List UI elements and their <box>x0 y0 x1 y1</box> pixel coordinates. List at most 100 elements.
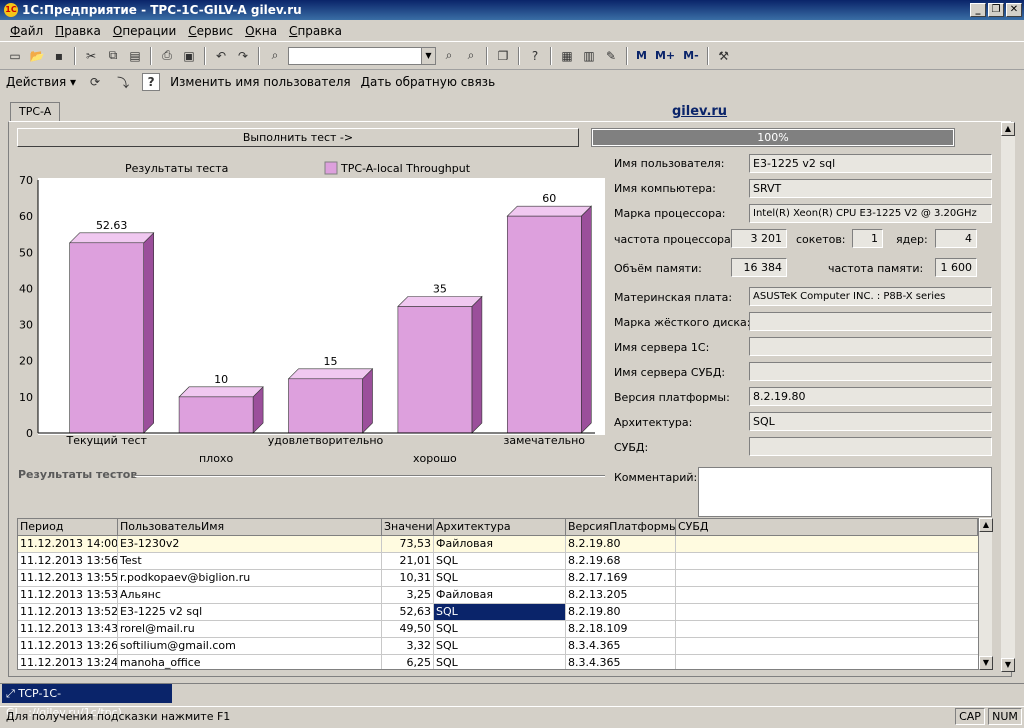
clipboard-icon[interactable]: ✎ <box>602 47 620 65</box>
refresh-icon[interactable]: ⟳ <box>86 73 104 91</box>
cell-platform: 8.2.18.109 <box>566 621 676 637</box>
search-combo[interactable]: ▼ <box>288 46 436 65</box>
site-link[interactable]: gilev.ru <box>672 104 727 119</box>
tab-strip: TPC-A <box>10 102 61 122</box>
cell-dbms <box>676 536 978 552</box>
new-icon[interactable]: ▭ <box>6 47 24 65</box>
comment-field[interactable] <box>698 467 992 517</box>
legend-swatch <box>324 161 338 175</box>
menu-edit[interactable]: Правка <box>49 24 107 38</box>
run-test-button[interactable]: Выполнить тест -> <box>17 128 579 147</box>
disk-field[interactable] <box>749 312 992 331</box>
save-icon[interactable]: ▪ <box>50 47 68 65</box>
save-as-icon[interactable]: ⤵ <box>114 73 132 91</box>
platform-field[interactable]: 8.2.19.80 <box>749 387 992 406</box>
cell-dbms <box>676 638 978 654</box>
open-icon[interactable]: 📂 <box>28 47 46 65</box>
sockets-label: сокетов: <box>796 233 846 246</box>
paste-icon[interactable]: ▤ <box>126 47 144 65</box>
find-icon[interactable]: ⌕ <box>266 47 284 65</box>
db-server-field[interactable] <box>749 362 992 381</box>
memory-subtract-button[interactable]: M- <box>681 49 701 62</box>
find-prev-icon[interactable]: ⌕ <box>462 47 480 65</box>
menu-operations[interactable]: Операции <box>107 24 182 38</box>
toolbar-separator <box>150 46 152 65</box>
taskbar-window-button[interactable]: ⤢ TCP-1C-GI...://gilev.ru/1c/tpc) <box>2 684 172 719</box>
calendar-icon[interactable]: ▥ <box>580 47 598 65</box>
cores-field[interactable]: 4 <box>935 229 977 248</box>
sockets-field[interactable]: 1 <box>852 229 883 248</box>
disk-label: Марка жёсткого диска: <box>614 316 751 329</box>
column-header-period[interactable]: Период <box>18 519 118 535</box>
undo-icon[interactable]: ↶ <box>212 47 230 65</box>
architecture-field[interactable]: SQL <box>749 412 992 431</box>
cell-user: softilium@gmail.com <box>118 638 382 654</box>
column-header-architecture[interactable]: Архитектура <box>434 519 566 535</box>
toolbar-separator <box>518 46 520 65</box>
tools-icon[interactable]: ⚒ <box>715 47 733 65</box>
chevron-down-icon[interactable]: ▼ <box>421 47 435 64</box>
server-1c-field[interactable] <box>749 337 992 356</box>
scroll-up-icon[interactable]: ▲ <box>979 518 993 532</box>
results-table: Период ПользовательИмя Значение Архитект… <box>17 518 992 670</box>
copy-icon[interactable]: ⧉ <box>104 47 122 65</box>
windows-icon[interactable]: ❐ <box>494 47 512 65</box>
column-header-user[interactable]: ПользовательИмя <box>118 519 382 535</box>
menu-help[interactable]: Справка <box>283 24 348 38</box>
table-row[interactable]: 11.12.2013 13:52:... E3-1225 v2 sql 52,6… <box>18 604 991 621</box>
cell-dbms <box>676 553 978 569</box>
cell-architecture: SQL <box>434 553 566 569</box>
menu-file[interactable]: Файл <box>4 24 49 38</box>
calculator-icon[interactable]: ▦ <box>558 47 576 65</box>
tab-tpca[interactable]: TPC-A <box>10 102 61 122</box>
actions-menu[interactable]: Действия ▾ <box>6 75 76 89</box>
table-row[interactable]: 11.12.2013 13:26:... softilium@gmail.com… <box>18 638 991 655</box>
preview-icon[interactable]: ▣ <box>180 47 198 65</box>
x-tick-label: замечательно <box>504 434 586 447</box>
menu-service[interactable]: Сервис <box>182 24 239 38</box>
memory-add-button[interactable]: M+ <box>653 49 677 62</box>
y-tick-label: 60 <box>19 210 33 223</box>
table-row[interactable]: 11.12.2013 13:24:... manoha_office 6,25 … <box>18 655 991 669</box>
scroll-down-icon[interactable]: ▼ <box>1001 658 1015 672</box>
column-header-value[interactable]: Значение <box>382 519 434 535</box>
table-row[interactable]: 11.12.2013 13:56:... Test 21,01 SQL 8.2.… <box>18 553 991 570</box>
memory-frequency-field[interactable]: 1 600 <box>935 258 977 277</box>
memory-button[interactable]: M <box>634 49 649 62</box>
scroll-up-icon[interactable]: ▲ <box>1001 122 1015 136</box>
feedback-button[interactable]: Дать обратную связь <box>361 75 496 89</box>
restore-button[interactable]: ❐ <box>988 3 1004 17</box>
cell-platform: 8.2.19.80 <box>566 536 676 552</box>
table-row[interactable]: 11.12.2013 14:00:... E3-1230v2 73,53 Фай… <box>18 536 991 553</box>
table-row[interactable]: 11.12.2013 13:43:... rorel@mail.ru 49,50… <box>18 621 991 638</box>
find-next-icon[interactable]: ⌕ <box>440 47 458 65</box>
rename-user-button[interactable]: Изменить имя пользователя <box>170 75 351 89</box>
help-button[interactable]: ? <box>142 73 161 91</box>
user-field[interactable]: E3-1225 v2 sql <box>749 154 992 173</box>
scroll-down-icon[interactable]: ▼ <box>979 656 993 670</box>
cut-icon[interactable]: ✂ <box>82 47 100 65</box>
table-scrollbar[interactable]: ▲ ▼ <box>978 518 993 670</box>
close-button[interactable]: ✕ <box>1006 3 1022 17</box>
table-row[interactable]: 11.12.2013 13:55:... r.podkopaev@biglion… <box>18 570 991 587</box>
table-row[interactable]: 11.12.2013 13:53:... Альянс 3,25 Файлова… <box>18 587 991 604</box>
column-header-platform[interactable]: ВерсияПлатформы <box>566 519 676 535</box>
cpu-field[interactable]: Intel(R) Xeon(R) CPU E3-1225 V2 @ 3.20GH… <box>749 204 992 223</box>
cell-period: 11.12.2013 14:00:... <box>20 536 118 552</box>
legend-label: TPC-A-local Throughput <box>340 162 471 175</box>
cell-dbms <box>676 604 978 620</box>
form-scrollbar[interactable]: ▲ ▼ <box>1001 122 1015 672</box>
dbms-field[interactable] <box>749 437 992 456</box>
computer-field[interactable]: SRVT <box>749 179 992 198</box>
motherboard-field[interactable]: ASUSTeK Computer INC. : P8B-X series <box>749 287 992 306</box>
cpu-frequency-field[interactable]: 3 201 <box>731 229 787 248</box>
minimize-button[interactable]: _ <box>970 3 986 17</box>
print-icon[interactable]: ⎙ <box>158 47 176 65</box>
column-header-dbms[interactable]: СУБД <box>676 519 978 535</box>
memory-field[interactable]: 16 384 <box>731 258 787 277</box>
cell-architecture: Файловая <box>434 536 566 552</box>
help-context-icon[interactable]: ? <box>526 47 544 65</box>
menu-windows[interactable]: Окна <box>239 24 283 38</box>
redo-icon[interactable]: ↷ <box>234 47 252 65</box>
cell-period: 11.12.2013 13:52:... <box>20 604 118 620</box>
